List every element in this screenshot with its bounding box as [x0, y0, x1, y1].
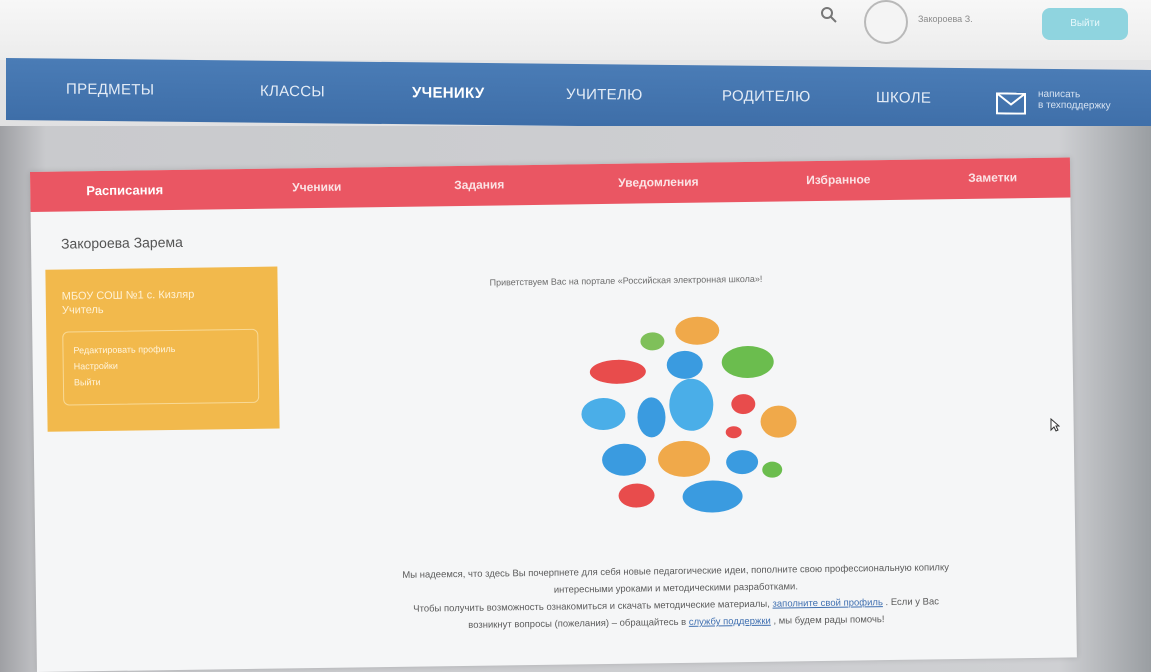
mail-icon[interactable]	[996, 92, 1026, 115]
info-text: Мы надеемся, что здесь Вы почерпнете для…	[402, 562, 950, 631]
logout-link[interactable]: Выйти	[74, 372, 248, 390]
fill-profile-link[interactable]: заполните свой профиль	[772, 597, 883, 610]
welcome-text: Приветствуем Вас на портале «Российская …	[489, 273, 763, 288]
profile-card: МБОУ СОШ №1 с. Кизляр Учитель Редактиров…	[45, 266, 280, 432]
profile-school: МБОУ СОШ №1 с. Кизляр Учитель	[61, 288, 195, 317]
username[interactable]: Закороева З.	[918, 14, 973, 24]
tab-notifications[interactable]: Уведомления	[618, 175, 699, 190]
nav-item-teacher[interactable]: УЧИТЕЛЮ	[566, 86, 643, 104]
cursor-icon	[1050, 418, 1060, 432]
support-service-link[interactable]: службу поддержки	[689, 616, 771, 628]
tab-assignments[interactable]: Задания	[454, 177, 504, 192]
main-nav: ПРЕДМЕТЫ КЛАССЫ УЧЕНИКУ УЧИТЕЛЮ РОДИТЕЛЮ…	[6, 58, 1151, 132]
nav-item-classes[interactable]: КЛАССЫ	[260, 83, 325, 101]
logout-button[interactable]: Выйти	[1042, 8, 1128, 40]
tab-students[interactable]: Ученики	[292, 180, 341, 195]
main-panel: Расписания Ученики Задания Уведомления И…	[30, 157, 1077, 672]
nav-item-student[interactable]: УЧЕНИКУ	[412, 84, 484, 102]
nav-item-parent[interactable]: РОДИТЕЛЮ	[722, 88, 811, 106]
top-bar: Закороева З. Выйти	[0, 0, 1151, 60]
profile-menu: Редактировать профиль Настройки Выйти	[62, 328, 260, 406]
user-name: Закороева Зарема	[60, 233, 183, 252]
tab-schedule[interactable]: Расписания	[86, 182, 163, 198]
avatar[interactable]	[864, 0, 908, 44]
support-link[interactable]: написать в техподдержку	[1038, 89, 1111, 112]
tab-favorites[interactable]: Избранное	[806, 172, 870, 187]
nav-item-subjects[interactable]: ПРЕДМЕТЫ	[66, 81, 154, 99]
speech-bubbles-illustration	[581, 316, 797, 513]
search-icon[interactable]	[820, 6, 838, 24]
tab-notes[interactable]: Заметки	[968, 170, 1017, 185]
nav-item-school[interactable]: ШКОЛЕ	[876, 89, 931, 107]
